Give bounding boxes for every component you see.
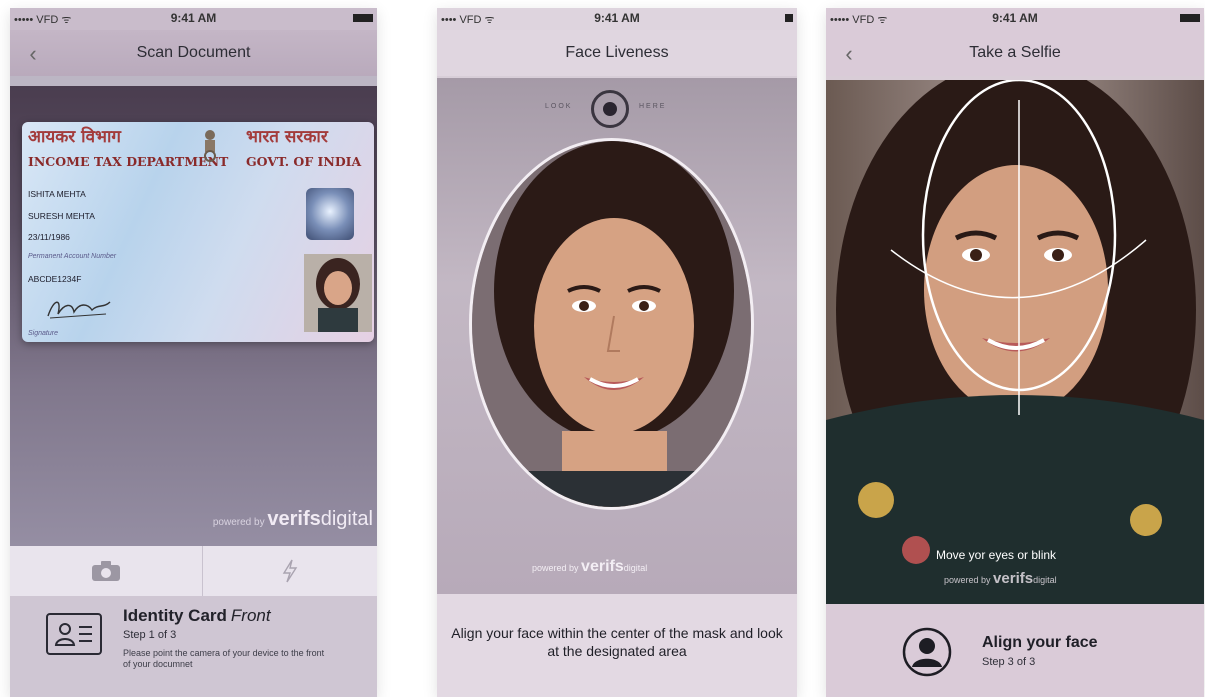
brand-wordmark: verifs bbox=[993, 570, 1034, 587]
nav-bar: ‹ Scan Document bbox=[10, 30, 377, 76]
face-preview bbox=[472, 141, 751, 507]
battery-icon bbox=[1180, 14, 1200, 22]
card-pan-label: Permanent Account Number bbox=[28, 253, 117, 260]
card-govt: GOVT. OF INDIA bbox=[246, 154, 362, 169]
step-indicator: Step 3 of 3 bbox=[982, 656, 1036, 668]
card-hindi-govt: भारत सरकार bbox=[246, 127, 328, 147]
instruction-text: Align your face within the center of the… bbox=[451, 625, 783, 659]
battery-icon bbox=[785, 14, 793, 22]
card-father-name: SURESH MEHTA bbox=[28, 211, 95, 221]
card-dob: 23/11/1986 bbox=[28, 232, 70, 242]
pan-card-preview: आयकर विभाग भारत सरकार INCOME TAX DEPARTM… bbox=[22, 122, 374, 342]
selfie-preview bbox=[826, 80, 1204, 604]
document-info-panel: Identity Card Front Step 1 of 3 Please po… bbox=[10, 596, 377, 697]
card-signature-label: Signature bbox=[28, 330, 58, 337]
look-label: LOOK bbox=[545, 103, 573, 110]
clock: 9:41 AM bbox=[992, 11, 1038, 25]
status-bar: ••••• VFD ᯤ 9:41 AM bbox=[10, 8, 377, 30]
document-type: Identity Card bbox=[123, 606, 227, 625]
battery-icon bbox=[353, 14, 373, 22]
step-indicator: Step 1 of 3 bbox=[123, 629, 177, 641]
camera-actions-bar bbox=[10, 546, 377, 596]
liveness-prompt: Move yor eyes or blink bbox=[936, 548, 1057, 562]
camera-icon bbox=[92, 561, 120, 581]
instruction-panel: Align your face within the center of the… bbox=[437, 594, 797, 697]
page-title: Face Liveness bbox=[565, 44, 669, 61]
page-title: Take a Selfie bbox=[969, 44, 1061, 61]
gaze-dot bbox=[603, 102, 617, 116]
emblem-icon bbox=[204, 130, 216, 162]
nav-bar: Face Liveness bbox=[437, 30, 797, 76]
powered-by-logo: powered by verifsdigital bbox=[213, 508, 373, 531]
align-face-title: Align your face bbox=[982, 634, 1098, 651]
hologram-icon bbox=[306, 188, 354, 240]
brand-wordmark: verifs bbox=[581, 558, 624, 575]
card-pan-number: ABCDE1234F bbox=[28, 274, 82, 284]
card-photo bbox=[304, 254, 372, 332]
face-liveness-screen: •••• VFD ᯤ 9:41 AM Face Liveness LOOK HE… bbox=[437, 8, 797, 697]
user-avatar-icon bbox=[902, 627, 952, 677]
card-hindi-dept: आयकर विभाग bbox=[28, 127, 121, 147]
selfie-info-panel: Align your face Step 3 of 3 bbox=[826, 604, 1204, 697]
powered-by-label: powered by bbox=[532, 563, 579, 573]
brand-wordmark-suffix: digital bbox=[623, 563, 648, 573]
gaze-target: LOOK HERE bbox=[437, 88, 797, 128]
clock: 9:41 AM bbox=[170, 11, 217, 25]
take-selfie-screen: ••••• VFD ᯤ 9:41 AM ‹ Take a Selfie Move… bbox=[826, 8, 1204, 697]
instruction-text: Please point the camera of your device t… bbox=[123, 648, 325, 669]
status-bar: ••••• VFD ᯤ 9:41 AM bbox=[826, 8, 1204, 30]
signature-image bbox=[47, 301, 111, 319]
page-title: Scan Document bbox=[136, 44, 251, 61]
flash-toggle-button[interactable] bbox=[203, 546, 377, 596]
clock: 9:41 AM bbox=[594, 11, 640, 25]
powered-by-label: powered by bbox=[944, 575, 991, 585]
status-bar: •••• VFD ᯤ 9:41 AM bbox=[437, 8, 797, 30]
card-name: ISHITA MEHTA bbox=[28, 189, 86, 199]
brand-wordmark: verifs bbox=[267, 508, 321, 530]
brand-wordmark-suffix: digital bbox=[1033, 575, 1057, 585]
camera-viewfinder bbox=[826, 80, 1204, 604]
id-card-icon bbox=[46, 613, 102, 655]
document-title: Identity Card Front bbox=[123, 606, 271, 626]
flash-icon bbox=[282, 559, 298, 583]
capture-button[interactable] bbox=[10, 546, 202, 596]
powered-by-logo: powered by verifsdigital bbox=[944, 570, 1057, 587]
nav-bar: ‹ Take a Selfie bbox=[826, 30, 1204, 76]
document-side: Front bbox=[230, 606, 271, 625]
brand-wordmark-suffix: digital bbox=[320, 508, 373, 530]
here-label: HERE bbox=[639, 103, 667, 110]
scan-document-screen: ••••• VFD ᯤ 9:41 AM ‹ Scan Document आयकर… bbox=[10, 8, 377, 697]
face-mask-oval bbox=[469, 138, 754, 510]
powered-by-label: powered by bbox=[212, 517, 265, 528]
powered-by-logo: powered by verifsdigital bbox=[532, 558, 647, 576]
